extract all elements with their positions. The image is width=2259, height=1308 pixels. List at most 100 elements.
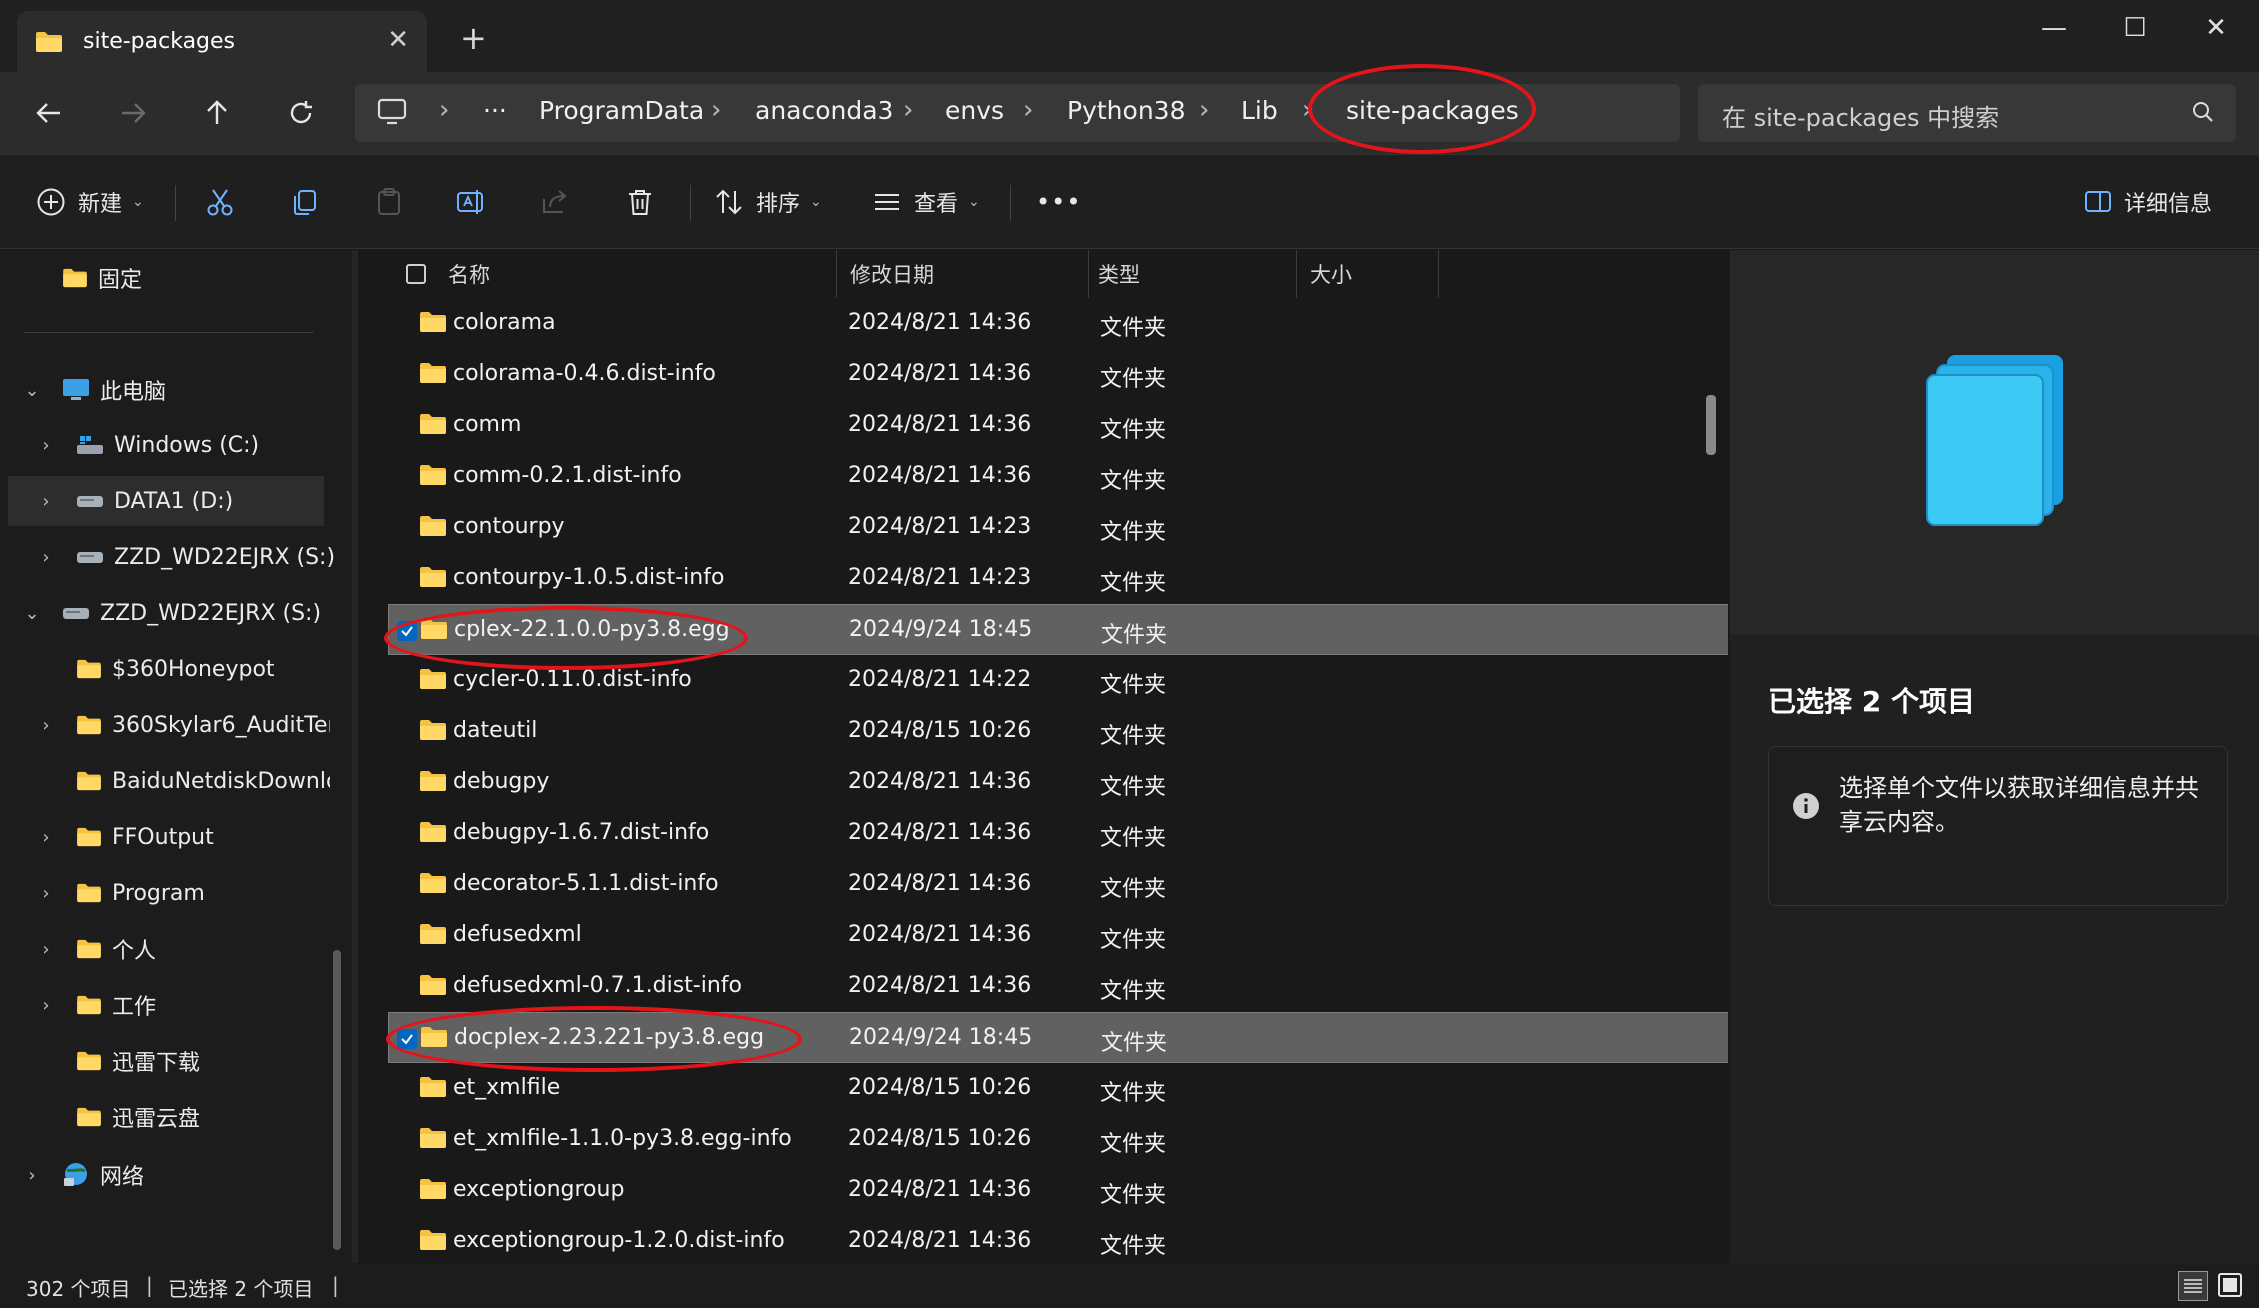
file-row[interactable]: exceptiongroup 2024/8/21 14:36 文件夹	[388, 1165, 1728, 1216]
breadcrumb-programdata[interactable]: ProgramData	[539, 96, 704, 125]
file-row[interactable]: contourpy-1.0.5.dist-info 2024/8/21 14:23…	[388, 553, 1728, 604]
file-row[interactable]: et_xmlfile-1.1.0-py3.8.egg-info 2024/8/15…	[388, 1114, 1728, 1165]
up-button[interactable]	[192, 90, 242, 136]
sidebar-item-drive-c[interactable]: › Windows (C:)	[0, 420, 340, 470]
details-pane-icon	[2085, 191, 2111, 212]
file-list-scrollbar[interactable]	[1706, 395, 1716, 455]
sidebar-folder-item[interactable]: 迅雷下载	[0, 1036, 330, 1086]
file-modified: 2024/8/21 14:36	[848, 820, 1032, 845]
column-divider[interactable]	[836, 250, 837, 298]
rename-icon	[457, 190, 483, 214]
column-divider[interactable]	[1438, 250, 1439, 298]
file-row[interactable]: comm 2024/8/21 14:36 文件夹	[388, 400, 1728, 451]
forward-button[interactable]	[108, 90, 158, 136]
sidebar-folder-item[interactable]: › Program	[0, 868, 330, 918]
file-row[interactable]: decorator-5.1.1.dist-info 2024/8/21 14:36…	[388, 859, 1728, 910]
sidebar-item-drive-s-expanded[interactable]: ⌄ ZZD_WD22EJRX (S:)	[0, 588, 340, 638]
rename-button[interactable]	[456, 179, 488, 225]
list-view-icon	[875, 194, 899, 210]
chevron-right-icon: ›	[903, 95, 914, 125]
file-row[interactable]: defusedxml-0.7.1.dist-info 2024/8/21 14:3…	[388, 961, 1728, 1012]
file-row[interactable]: et_xmlfile 2024/8/15 10:26 文件夹	[388, 1063, 1728, 1114]
chevron-down-icon: ⌄	[24, 379, 40, 401]
chevron-right-icon: ›	[42, 938, 50, 960]
breadcrumb-envs[interactable]: envs	[945, 96, 1004, 125]
more-options-button[interactable]: •••	[1036, 179, 1081, 225]
copy-button[interactable]	[290, 179, 320, 225]
search-box[interactable]: 在 site-packages 中搜索	[1698, 84, 2236, 142]
search-input[interactable]: 在 site-packages 中搜索	[1722, 98, 1999, 133]
file-row[interactable]: defusedxml 2024/8/21 14:36 文件夹	[388, 910, 1728, 961]
sidebar-scrollbar[interactable]	[333, 950, 341, 1250]
column-header: ^ 名称 修改日期 类型 大小	[358, 250, 1728, 298]
large-icons-view-button[interactable]	[2216, 1271, 2246, 1301]
file-type: 文件夹	[1101, 1031, 1168, 1056]
row-checkbox[interactable]	[397, 621, 417, 641]
column-divider[interactable]	[1088, 250, 1089, 298]
view-button[interactable]: 查看 ⌄	[872, 179, 980, 225]
address-bar[interactable]: › ··· ProgramData › anaconda3 › envs › P…	[355, 84, 1680, 142]
new-tab-button[interactable]: +	[460, 22, 487, 54]
file-row[interactable]: exceptiongroup-1.2.0.dist-info 2024/8/21 …	[388, 1216, 1728, 1263]
maximize-button[interactable]: ☐	[2095, 8, 2175, 48]
sidebar-item-drive-s[interactable]: › ZZD_WD22EJRX (S:)	[0, 532, 340, 582]
minimize-button[interactable]: —	[2014, 8, 2094, 48]
new-button[interactable]: 新建 ⌄	[36, 179, 144, 225]
folder-icon	[77, 715, 101, 735]
sidebar-folder-item[interactable]: 迅雷云盘	[0, 1092, 330, 1142]
breadcrumb-python38[interactable]: Python38	[1067, 96, 1185, 125]
file-row[interactable]: comm-0.2.1.dist-info 2024/8/21 14:36 文件夹	[388, 451, 1728, 502]
sort-button[interactable]: 排序 ⌄	[714, 179, 822, 225]
sidebar-folder-item[interactable]: › 360Skylar6_AuditTem	[0, 700, 330, 750]
refresh-button[interactable]	[276, 90, 326, 136]
sort-icon	[716, 189, 742, 215]
sidebar-folder-item[interactable]: BaiduNetdiskDownloa	[0, 756, 330, 806]
breadcrumb-site-packages[interactable]: site-packages	[1346, 96, 1519, 125]
sidebar-item-network[interactable]: › 网络	[0, 1150, 340, 1200]
details-view-button[interactable]	[2178, 1271, 2208, 1301]
delete-button[interactable]	[625, 179, 655, 225]
file-type: 文件夹	[1100, 979, 1167, 1004]
select-all-checkbox[interactable]	[406, 264, 426, 284]
column-name[interactable]: 名称	[448, 250, 490, 298]
file-row[interactable]: docplex-2.23.221-py3.8.egg 2024/9/24 18:4…	[388, 1012, 1728, 1063]
chevron-right-icon: ›	[1302, 95, 1313, 125]
sidebar-item-this-pc[interactable]: ⌄ 此电脑	[0, 365, 340, 415]
tab-close-icon[interactable]: ✕	[387, 25, 409, 55]
sidebar-folder-item[interactable]: › FFOutput	[0, 812, 330, 862]
chevron-right-icon: ›	[42, 434, 50, 456]
sidebar-item-pinned[interactable]: 固定	[62, 253, 142, 303]
file-name: exceptiongroup	[453, 1177, 625, 1202]
row-checkbox[interactable]	[397, 1029, 417, 1049]
cut-button[interactable]	[205, 179, 235, 225]
file-row[interactable]: debugpy-1.6.7.dist-info 2024/8/21 14:36 文件…	[388, 808, 1728, 859]
sidebar-folder-item[interactable]: $360Honeypot	[0, 644, 330, 694]
breadcrumb-lib[interactable]: Lib	[1241, 96, 1278, 125]
sidebar-item-drive-d[interactable]: › DATA1 (D:)	[8, 476, 324, 526]
sidebar-folder-item[interactable]: › 个人	[0, 924, 330, 974]
preview-area	[1730, 250, 2259, 635]
share-button[interactable]	[540, 179, 570, 225]
file-row[interactable]: colorama 2024/8/21 14:36 文件夹	[388, 298, 1728, 349]
address-overflow[interactable]: ···	[483, 96, 507, 125]
file-row[interactable]: dateutil 2024/8/15 10:26 文件夹	[388, 706, 1728, 757]
column-divider[interactable]	[1296, 250, 1297, 298]
column-size[interactable]: 大小	[1310, 250, 1352, 298]
paste-button[interactable]	[374, 179, 404, 225]
close-button[interactable]: ✕	[2176, 8, 2256, 48]
file-row[interactable]: colorama-0.4.6.dist-info 2024/8/21 14:36 文…	[388, 349, 1728, 400]
file-row[interactable]: debugpy 2024/8/21 14:36 文件夹	[388, 757, 1728, 808]
breadcrumb-anaconda3[interactable]: anaconda3	[755, 96, 893, 125]
sidebar-folder-item[interactable]: › 工作	[0, 980, 330, 1030]
tab-site-packages[interactable]: site-packages ✕	[17, 11, 427, 72]
file-row[interactable]: contourpy 2024/8/21 14:23 文件夹	[388, 502, 1728, 553]
column-type[interactable]: 类型	[1098, 250, 1140, 298]
column-modified[interactable]: 修改日期	[850, 250, 934, 298]
folder-icon	[420, 1230, 446, 1250]
back-button[interactable]	[24, 90, 74, 136]
file-row[interactable]: cplex-22.1.0.0-py3.8.egg 2024/9/24 18:45 文…	[388, 604, 1728, 655]
details-pane-button[interactable]: 详细信息	[2084, 179, 2212, 225]
file-name: et_xmlfile-1.1.0-py3.8.egg-info	[453, 1126, 792, 1151]
file-row[interactable]: cycler-0.11.0.dist-info 2024/8/21 14:22 文件…	[388, 655, 1728, 706]
chevron-right-icon: ›	[1023, 95, 1034, 125]
